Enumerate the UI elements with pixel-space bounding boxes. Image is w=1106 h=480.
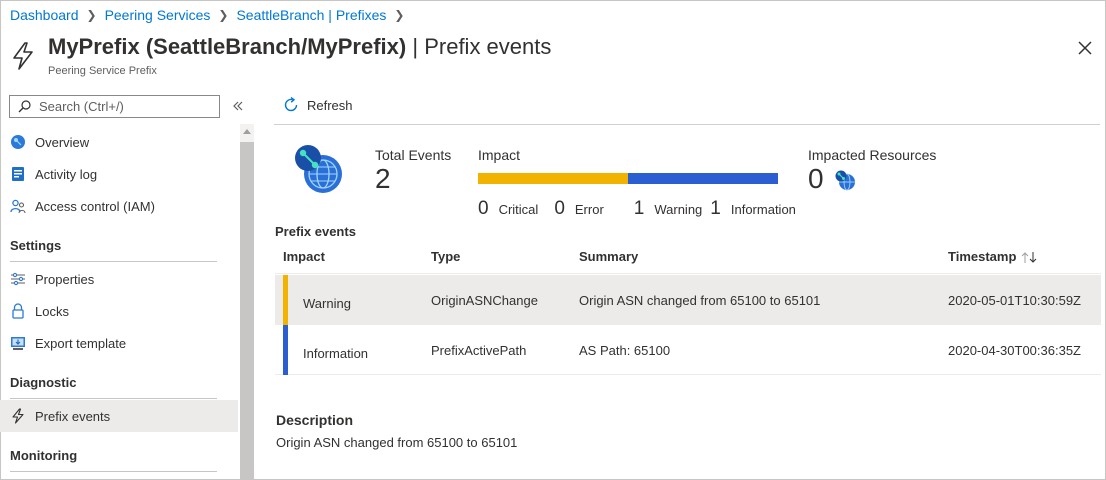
error-count: 0 bbox=[554, 198, 565, 219]
sidebar-item-label: Locks bbox=[35, 303, 69, 319]
error-label: Error bbox=[574, 202, 604, 217]
critical-label: Critical bbox=[498, 202, 539, 217]
column-header-timestamp[interactable]: Timestamp bbox=[948, 249, 1016, 264]
warning-marker bbox=[283, 275, 288, 325]
sidebar-item-locks[interactable]: Locks bbox=[0, 295, 238, 327]
sidebar-item-prefix-events[interactable]: Prefix events bbox=[0, 400, 238, 432]
total-events-value: 2 bbox=[375, 163, 391, 194]
page-subtitle: Peering Service Prefix bbox=[48, 65, 157, 77]
row-impact: Warning bbox=[303, 296, 351, 311]
page-title-resource: MyPrefix (SeattleBranch/MyPrefix) bbox=[48, 34, 407, 59]
row-timestamp: 2020-05-01T10:30:59Z bbox=[948, 293, 1081, 308]
breadcrumb-peering-services[interactable]: Peering Services bbox=[105, 7, 211, 23]
sort-icon[interactable] bbox=[1020, 251, 1040, 264]
row-type: PrefixActivePath bbox=[431, 343, 527, 358]
activity-log-icon bbox=[10, 166, 26, 182]
chevron-right-icon: ❯ bbox=[394, 8, 405, 22]
sidebar-item-label: Export template bbox=[35, 335, 127, 351]
sidebar-item-properties[interactable]: Properties bbox=[0, 263, 238, 295]
information-count: 1 bbox=[710, 198, 721, 219]
page-title-separator: | bbox=[412, 34, 419, 59]
critical-count: 0 bbox=[478, 198, 489, 219]
sidebar-section-monitoring: Monitoring bbox=[10, 448, 217, 472]
prefix-events-title: Prefix events bbox=[275, 224, 356, 239]
description-text: Origin ASN changed from 65100 to 65101 bbox=[276, 435, 518, 450]
impact-counts: 0 Critical 0 Error 1 Warning 1 Informati… bbox=[478, 198, 812, 220]
refresh-button[interactable]: Refresh bbox=[283, 97, 353, 113]
page-title-section: Prefix events bbox=[424, 34, 552, 59]
sidebar-item-access-control[interactable]: Access control (IAM) bbox=[0, 190, 238, 222]
peering-globe-icon bbox=[835, 170, 855, 191]
impact-bar-information bbox=[628, 173, 778, 184]
row-type: OriginASNChange bbox=[431, 293, 538, 308]
chevron-right-icon: ❯ bbox=[86, 8, 97, 22]
properties-icon bbox=[10, 271, 26, 287]
sidebar-item-overview[interactable]: Overview bbox=[0, 126, 238, 158]
scroll-up-icon[interactable] bbox=[243, 129, 251, 134]
column-header-type[interactable]: Type bbox=[431, 249, 460, 264]
sidebar-item-label: Properties bbox=[35, 271, 95, 287]
total-events-label: Total Events bbox=[375, 147, 452, 163]
table-row[interactable]: Information PrefixActivePath AS Path: 65… bbox=[275, 325, 1101, 375]
refresh-label: Refresh bbox=[307, 97, 353, 113]
sidebar-section-diagnostic: Diagnostic bbox=[10, 375, 217, 399]
row-timestamp: 2020-04-30T00:36:35Z bbox=[948, 343, 1081, 358]
search-box[interactable] bbox=[9, 95, 220, 118]
overview-icon bbox=[10, 134, 26, 150]
peering-globe-icon bbox=[295, 145, 342, 193]
row-summary: Origin ASN changed from 65100 to 65101 bbox=[579, 293, 821, 308]
sidebar-scrollbar[interactable] bbox=[240, 124, 254, 480]
collapse-sidebar-icon[interactable] bbox=[230, 98, 246, 114]
chevron-right-icon: ❯ bbox=[218, 8, 229, 22]
sidebar-item-label: Prefix events bbox=[35, 408, 111, 424]
lightning-icon bbox=[10, 408, 26, 424]
sidebar-item-label: Overview bbox=[35, 134, 90, 150]
description-title: Description bbox=[276, 412, 354, 428]
access-control-icon bbox=[10, 198, 26, 214]
lock-icon bbox=[10, 303, 26, 319]
impacted-resources-value: 0 bbox=[808, 163, 824, 194]
breadcrumb-dashboard[interactable]: Dashboard bbox=[10, 7, 79, 23]
table-row[interactable]: Warning OriginASNChange Origin ASN chang… bbox=[275, 275, 1101, 325]
impact-bar-warning bbox=[478, 173, 628, 184]
sidebar-item-label: Activity log bbox=[35, 166, 98, 182]
toolbar-divider bbox=[274, 124, 1100, 125]
sidebar-item-activity-log[interactable]: Activity log bbox=[0, 158, 238, 190]
sidebar-section-settings: Settings bbox=[10, 238, 217, 262]
impact-label: Impact bbox=[478, 147, 521, 163]
sidebar-item-export-template[interactable]: Export template bbox=[0, 327, 238, 359]
sidebar-scrollbar-thumb[interactable] bbox=[240, 142, 254, 480]
warning-count: 1 bbox=[633, 198, 645, 219]
page-title: MyPrefix (SeattleBranch/MyPrefix) | Pref… bbox=[48, 34, 551, 60]
breadcrumb-seattlebranch-prefixes[interactable]: SeattleBranch | Prefixes bbox=[236, 7, 386, 23]
export-template-icon bbox=[10, 335, 26, 351]
information-label: Information bbox=[730, 202, 796, 217]
row-impact: Information bbox=[303, 346, 369, 361]
impacted-resources-label: Impacted Resources bbox=[808, 147, 937, 163]
close-icon[interactable] bbox=[1074, 37, 1096, 59]
search-input[interactable] bbox=[39, 99, 209, 114]
table-header-divider bbox=[275, 273, 1101, 274]
column-header-summary[interactable]: Summary bbox=[579, 249, 638, 264]
row-summary: AS Path: 65100 bbox=[579, 343, 671, 358]
sidebar-item-label: Access control (IAM) bbox=[35, 198, 155, 214]
refresh-icon bbox=[284, 97, 298, 112]
breadcrumb: Dashboard ❯ Peering Services ❯ SeattleBr… bbox=[10, 7, 412, 23]
lightning-icon bbox=[13, 42, 33, 70]
warning-label: Warning bbox=[654, 202, 703, 217]
search-icon bbox=[18, 100, 31, 113]
information-marker bbox=[283, 325, 288, 375]
column-header-impact[interactable]: Impact bbox=[283, 249, 325, 264]
